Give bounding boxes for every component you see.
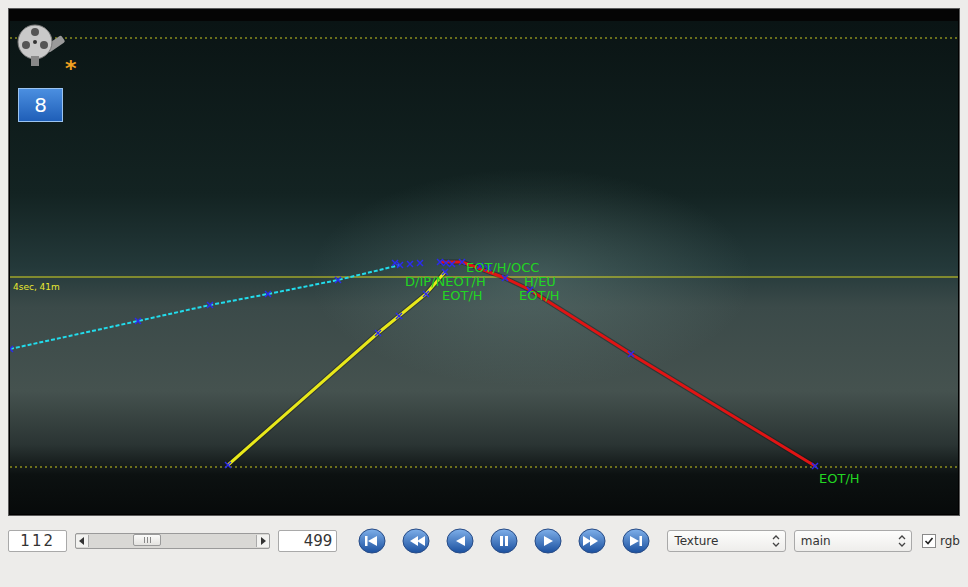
first-icon — [355, 528, 389, 554]
check-icon — [924, 536, 934, 546]
transport-controls — [355, 528, 653, 554]
point-marker[interactable] — [459, 259, 465, 265]
point-marker[interactable] — [423, 291, 429, 297]
play-icon — [531, 528, 565, 554]
point-marker[interactable] — [437, 259, 443, 265]
rgb-checkbox[interactable]: rgb — [922, 534, 960, 548]
viewer-top-strip — [10, 9, 958, 21]
lane-line[interactable] — [10, 262, 403, 352]
point-marker[interactable] — [396, 313, 402, 319]
horizon-label: 4sec, 41m — [13, 282, 60, 292]
slider-right-button[interactable] — [256, 535, 269, 547]
slider-thumb[interactable] — [133, 534, 161, 546]
lane-line[interactable] — [437, 259, 818, 469]
annotation-overlay[interactable]: 4sec, 41mD/IP/NEOT/HEOT/H/OCCH/EUEOT/HEO… — [10, 21, 958, 514]
lane-label: EOT/H — [519, 288, 560, 303]
rewind-button[interactable] — [399, 528, 433, 554]
pause-button[interactable] — [487, 528, 521, 554]
modified-mark: * — [65, 58, 77, 80]
point-marker[interactable] — [265, 291, 271, 297]
point-marker[interactable] — [225, 462, 231, 468]
frame-slider[interactable] — [75, 533, 270, 549]
forward-button[interactable] — [575, 528, 609, 554]
app-window: 4sec, 41mD/IP/NEOT/HEOT/H/OCCH/EUEOT/HEO… — [0, 0, 968, 587]
view-select[interactable]: Texture — [667, 530, 785, 552]
first-button[interactable] — [355, 528, 389, 554]
slider-left-button[interactable] — [76, 535, 89, 547]
checkbox-box[interactable] — [922, 534, 936, 548]
lane-line[interactable] — [225, 269, 448, 468]
last-button[interactable] — [619, 528, 653, 554]
video-frame[interactable]: 4sec, 41mD/IP/NEOT/HEOT/H/OCCH/EUEOT/HEO… — [10, 21, 958, 514]
point-marker[interactable] — [417, 260, 423, 266]
frame-field[interactable]: 112 — [8, 530, 67, 552]
film-reel-icon[interactable] — [15, 22, 67, 66]
point-marker[interactable] — [335, 277, 341, 283]
dropdown-arrows-icon — [771, 534, 781, 548]
pause-icon — [487, 528, 521, 554]
lane-label: H/EU — [524, 274, 556, 289]
roi-top-line — [10, 38, 958, 39]
point-marker[interactable] — [502, 275, 508, 281]
point-marker[interactable] — [375, 330, 381, 336]
dropdown-arrows-icon — [897, 534, 907, 548]
point-marker[interactable] — [392, 260, 398, 266]
play-button[interactable] — [531, 528, 565, 554]
point-marker[interactable] — [135, 318, 141, 324]
point-marker[interactable] — [812, 463, 818, 469]
lane-label: EOT/H — [442, 288, 483, 303]
lane-label: EOT/H/OCC — [466, 260, 539, 275]
last-icon — [619, 528, 653, 554]
point-marker[interactable] — [407, 261, 413, 267]
rewind-icon — [399, 528, 433, 554]
arrow-left-icon — [79, 537, 85, 545]
prev-icon — [443, 528, 477, 554]
layer-select[interactable]: main — [794, 530, 912, 552]
point-marker[interactable] — [443, 260, 449, 266]
video-viewer: 4sec, 41mD/IP/NEOT/HEOT/H/OCCH/EUEOT/HEO… — [8, 8, 960, 516]
arrow-right-icon — [260, 537, 266, 545]
prev-button[interactable] — [443, 528, 477, 554]
point-marker[interactable] — [628, 351, 634, 357]
forward-icon — [575, 528, 609, 554]
point-marker[interactable] — [449, 261, 455, 267]
lane-label: EOT/H — [819, 471, 860, 486]
controls-bar: 112 499 Texture mainrgb — [8, 528, 960, 554]
point-marker[interactable] — [207, 302, 213, 308]
lane-label: D/IP/NEOT/H — [405, 274, 486, 289]
total-frames-field[interactable]: 499 — [278, 530, 337, 552]
point-marker[interactable] — [10, 346, 13, 352]
layer-badge[interactable]: 8 — [18, 88, 63, 122]
